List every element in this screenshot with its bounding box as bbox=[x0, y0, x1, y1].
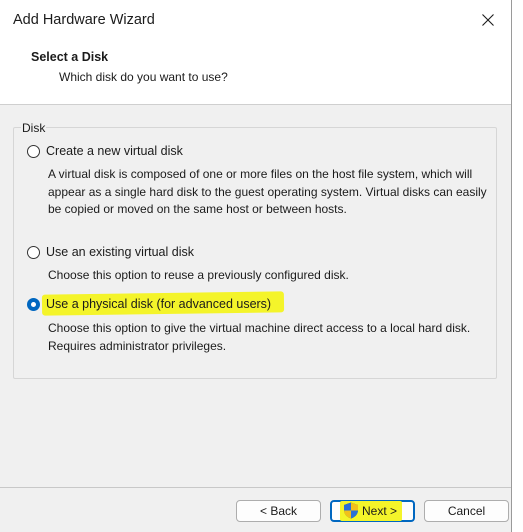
close-icon bbox=[482, 14, 494, 26]
option-description: A virtual disk is composed of one or mor… bbox=[48, 167, 487, 216]
option-description: Choose this option to reuse a previously… bbox=[48, 268, 349, 282]
uac-shield-icon bbox=[344, 502, 358, 519]
cancel-button[interactable]: Cancel bbox=[424, 500, 509, 522]
page-title: Select a Disk bbox=[31, 50, 109, 64]
radio-button-selected[interactable] bbox=[27, 298, 40, 311]
next-button-label: Next > bbox=[362, 504, 398, 518]
background-window-edge bbox=[512, 0, 523, 532]
back-button[interactable]: < Back bbox=[236, 500, 321, 522]
close-button[interactable] bbox=[465, 0, 511, 40]
radio-label: Use a physical disk (for advanced users) bbox=[46, 297, 272, 311]
radio-label: Use an existing virtual disk bbox=[46, 245, 194, 259]
radio-button[interactable] bbox=[27, 145, 40, 158]
title-bar: Add Hardware Wizard bbox=[0, 0, 511, 40]
page-subtitle: Which disk do you want to use? bbox=[59, 70, 228, 84]
wizard-header: Select a Disk Which disk do you want to … bbox=[0, 40, 511, 105]
radio-label: Create a new virtual disk bbox=[46, 144, 183, 158]
disk-group-label: Disk bbox=[21, 121, 47, 135]
radio-button[interactable] bbox=[27, 246, 40, 259]
add-hardware-wizard-dialog: Add Hardware Wizard Select a Disk Which … bbox=[0, 0, 512, 532]
window-title: Add Hardware Wizard bbox=[13, 12, 155, 28]
footer-divider bbox=[0, 487, 511, 488]
option-description: Choose this option to give the virtual m… bbox=[48, 321, 471, 353]
